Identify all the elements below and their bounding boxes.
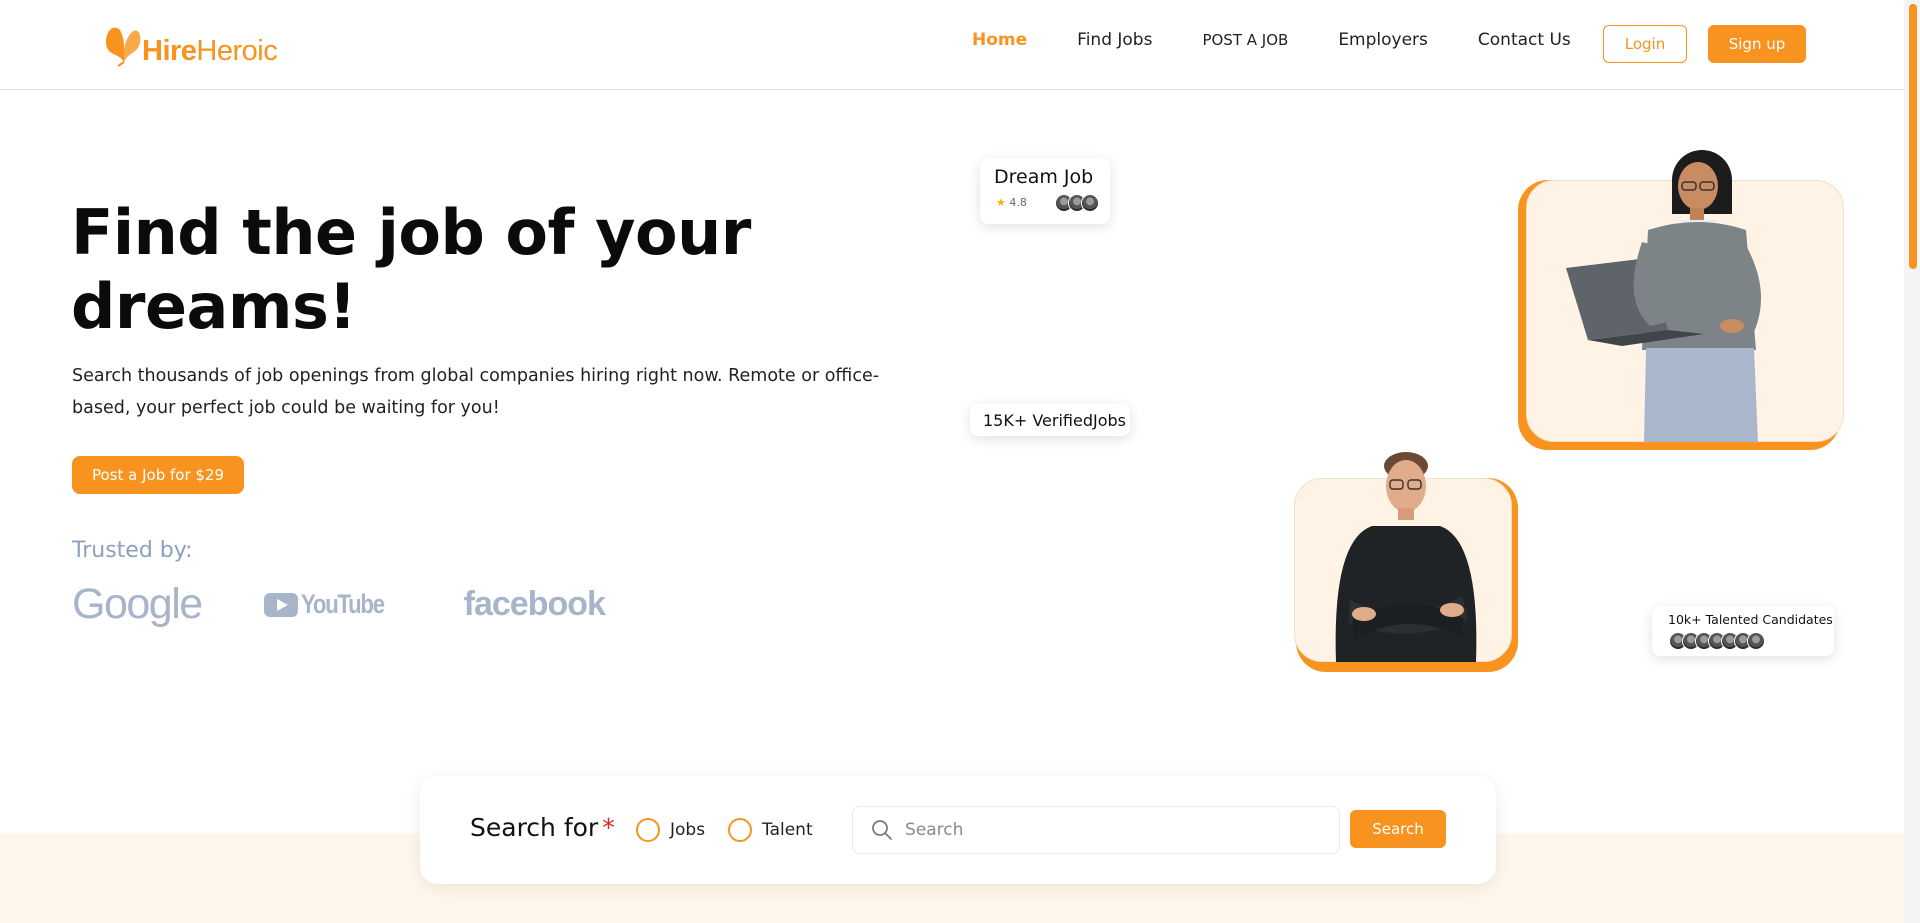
nav-post-a-job[interactable]: POST A JOB (1202, 31, 1288, 49)
nav-employers[interactable]: Employers (1338, 30, 1428, 50)
radio-talent-label: Talent (762, 820, 813, 840)
rating-value: 4.8 (1009, 196, 1027, 209)
hero-title: Find the job of your dreams! (71, 196, 751, 343)
page: HireHeroic Home Find Jobs POST A JOB Emp… (0, 0, 1920, 923)
verified-jobs-card: 15K+ VerifiedJobs (970, 404, 1130, 436)
nav-home[interactable]: Home (972, 30, 1027, 50)
man-figure (1335, 452, 1477, 662)
avatar (1747, 632, 1765, 650)
woman-with-laptop-photo (1518, 150, 1848, 452)
main-nav: Home Find Jobs POST A JOB Employers Cont… (972, 30, 1621, 50)
login-button[interactable]: Login (1603, 25, 1687, 63)
avatar (1081, 194, 1099, 212)
radio-jobs-circle[interactable] (636, 818, 660, 842)
dream-job-avatars (1055, 194, 1099, 212)
google-logo: Google (72, 580, 203, 628)
search-button[interactable]: Search (1350, 810, 1446, 848)
nav-find-jobs[interactable]: Find Jobs (1077, 30, 1152, 50)
nav-contact-us[interactable]: Contact Us (1478, 30, 1571, 50)
facebook-logo: facebook (463, 585, 606, 623)
trusted-brands: Google YouTube facebook (72, 580, 606, 629)
talented-candidates-card: 10k+ Talented Candidates (1652, 606, 1834, 656)
trusted-by-label: Trusted by: (72, 538, 193, 563)
radio-jobs[interactable]: Jobs (636, 818, 705, 842)
youtube-logo: YouTube (263, 589, 402, 620)
radio-talent[interactable]: Talent (728, 818, 813, 842)
search-panel: Search for * Jobs Talent Search (420, 776, 1496, 884)
star-icon: ★ (996, 196, 1006, 209)
radio-talent-circle[interactable] (728, 818, 752, 842)
scrollbar-thumb[interactable] (1909, 4, 1917, 269)
search-field (852, 806, 1340, 854)
butterfly-logo-icon (106, 27, 141, 67)
logo[interactable]: HireHeroic (104, 22, 278, 68)
dream-job-title: Dream Job (994, 166, 1094, 188)
site-header: HireHeroic Home Find Jobs POST A JOB Emp… (0, 0, 1920, 90)
candidates-title: 10k+ Talented Candidates (1668, 612, 1833, 627)
post-job-button[interactable]: Post a Job for $29 (72, 456, 244, 494)
candidate-avatars (1669, 632, 1765, 650)
dream-job-card: Dream Job ★ 4.8 (980, 158, 1110, 224)
verified-jobs-title: 15K+ VerifiedJobs (983, 411, 1126, 430)
signup-button[interactable]: Sign up (1708, 25, 1806, 63)
youtube-play-icon (263, 592, 298, 617)
search-for-text: Search for (470, 813, 599, 842)
search-icon (872, 820, 892, 840)
logo-heroic: Heroic (196, 35, 278, 67)
hero-description: Search thousands of job openings from gl… (72, 366, 880, 418)
required-marker: * (602, 813, 615, 842)
woman-figure (1566, 150, 1762, 442)
dream-job-rating: ★ 4.8 (996, 196, 1027, 209)
scrollbar[interactable] (1904, 0, 1920, 923)
logo-text: HireHeroic (142, 35, 278, 68)
radio-jobs-label: Jobs (670, 820, 706, 840)
search-input[interactable] (905, 807, 1325, 853)
logo-hire: Hire (142, 35, 197, 67)
man-arms-crossed-photo (1292, 450, 1522, 672)
search-for-label: Search for * (470, 813, 615, 842)
youtube-logo-text: YouTube (300, 589, 385, 619)
